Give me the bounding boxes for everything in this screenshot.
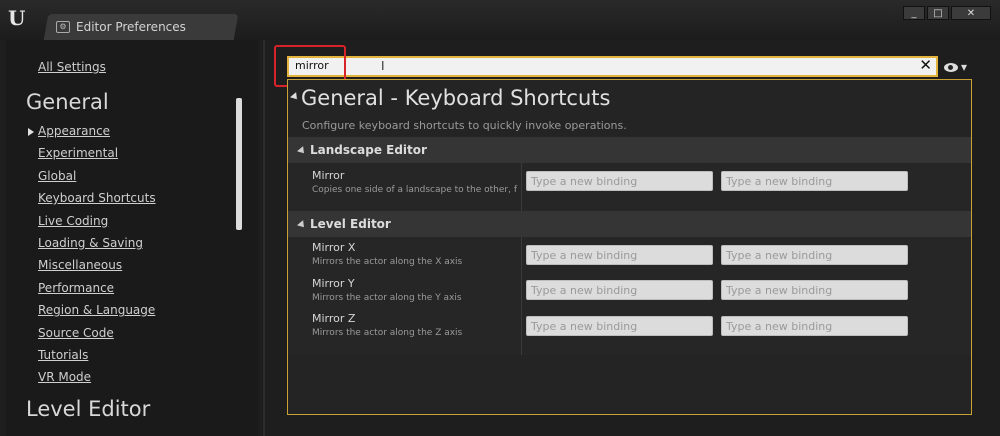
editor-preferences-window: U ⚙ Editor Preferences _ □ ✕ All Setting… [0, 0, 1000, 436]
category-label: Level Editor [310, 217, 391, 231]
binding-input-secondary[interactable]: Type a new binding [721, 316, 908, 336]
shortcut-row: Mirror Y Mirrors the actor along the Y a… [288, 275, 971, 309]
binding-input-primary[interactable]: Type a new binding [526, 280, 713, 300]
collapse-arrow-icon[interactable] [290, 92, 300, 102]
window-controls: _ □ ✕ [903, 6, 991, 20]
sidebar-item-experimental[interactable]: Experimental [38, 146, 156, 168]
sidebar-item-vr-mode[interactable]: VR Mode [38, 370, 156, 392]
shortcut-description: Copies one side of a landscape to the ot… [312, 185, 518, 195]
shortcut-name: Mirror Y [312, 277, 355, 290]
panel-title: General - Keyboard Shortcuts [301, 86, 611, 110]
maximize-button[interactable]: □ [927, 6, 949, 20]
sidebar-item-appearance[interactable]: Appearance [38, 124, 156, 146]
shortcut-name: Mirror Z [312, 312, 356, 325]
sidebar-item-keyboard-shortcuts[interactable]: Keyboard Shortcuts [38, 191, 156, 213]
shortcut-description: Mirrors the actor along the Y axis [312, 293, 462, 303]
section-general: General [26, 90, 109, 114]
sidebar-item-region-language[interactable]: Region & Language [38, 303, 156, 325]
tab-title: Editor Preferences [76, 20, 186, 34]
binding-input-primary[interactable]: Type a new binding [526, 171, 713, 191]
shortcut-description: Mirrors the actor along the Z axis [312, 328, 463, 338]
expand-arrow-icon [28, 128, 34, 136]
details-panel: General - Keyboard Shortcuts Configure k… [287, 79, 972, 415]
settings-sidebar: All Settings General Appearance Experime… [6, 40, 258, 436]
shortcut-row: Mirror X Mirrors the actor along the X a… [288, 239, 971, 273]
binding-input-secondary[interactable]: Type a new binding [721, 280, 908, 300]
binding-input-primary[interactable]: Type a new binding [526, 316, 713, 336]
sidebar-item-performance[interactable]: Performance [38, 281, 156, 303]
all-settings-link[interactable]: All Settings [38, 60, 106, 74]
panel-description: Configure keyboard shortcuts to quickly … [302, 119, 627, 132]
text-cursor-icon: I [381, 59, 385, 73]
shortcut-name: Mirror X [312, 241, 356, 254]
close-button[interactable]: ✕ [951, 6, 991, 20]
sidebar-item-global[interactable]: Global [38, 169, 156, 191]
binding-input-secondary[interactable]: Type a new binding [721, 245, 908, 265]
pane-divider[interactable] [263, 40, 265, 436]
sidebar-item-miscellaneous[interactable]: Miscellaneous [38, 258, 156, 280]
binding-input-primary[interactable]: Type a new binding [526, 245, 713, 265]
eye-icon [944, 62, 958, 72]
search-input[interactable]: mirror I ✕ [287, 56, 938, 77]
title-bar[interactable]: U ⚙ Editor Preferences _ □ ✕ [0, 0, 1000, 40]
chevron-down-icon: ▾ [961, 60, 968, 74]
binding-input-secondary[interactable]: Type a new binding [721, 171, 908, 191]
view-options-button[interactable]: ▾ [944, 60, 967, 74]
section-level-editor: Level Editor [26, 397, 151, 421]
tab-editor-preferences[interactable]: ⚙ Editor Preferences [56, 16, 226, 38]
collapse-arrow-icon [297, 220, 307, 230]
collapse-arrow-icon [297, 146, 307, 156]
sidebar-scrollbar[interactable] [236, 98, 242, 230]
sidebar-nav: Appearance Experimental Global Keyboard … [38, 124, 156, 393]
category-body: Mirror X Mirrors the actor along the X a… [288, 237, 971, 355]
category-body: Mirror Copies one side of a landscape to… [288, 163, 971, 211]
unreal-logo-icon: U [8, 6, 26, 30]
shortcut-description: Mirrors the actor along the X axis [312, 257, 463, 267]
category-label: Landscape Editor [310, 143, 427, 157]
sidebar-item-live-coding[interactable]: Live Coding [38, 214, 156, 236]
clear-search-icon[interactable]: ✕ [919, 56, 932, 74]
sidebar-item-loading-saving[interactable]: Loading & Saving [38, 236, 156, 258]
category-level-editor[interactable]: Level Editor [288, 211, 971, 237]
settings-window-icon: ⚙ [56, 21, 70, 33]
shortcut-row: Mirror Z Mirrors the actor along the Z a… [288, 310, 971, 344]
shortcut-name: Mirror [312, 169, 345, 182]
sidebar-item-source-code[interactable]: Source Code [38, 326, 156, 348]
shortcut-row: Mirror Copies one side of a landscape to… [288, 167, 971, 201]
category-landscape-editor[interactable]: Landscape Editor [288, 137, 971, 163]
sidebar-item-tutorials[interactable]: Tutorials [38, 348, 156, 370]
minimize-button[interactable]: _ [903, 6, 925, 20]
